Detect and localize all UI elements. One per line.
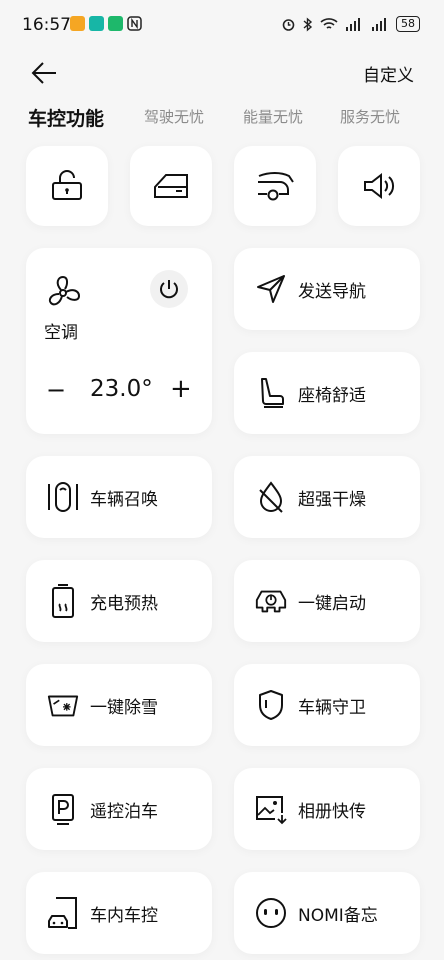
photo-transfer-button[interactable]: 相册快传 (234, 768, 420, 850)
lock-button[interactable] (26, 146, 108, 226)
arrow-left-icon (31, 62, 56, 84)
temperature-value: 23.0° (90, 376, 153, 402)
notification-icons (70, 16, 142, 31)
charge-preheat-button[interactable]: 充电预热 (26, 560, 212, 642)
climate-label: 空调 (44, 323, 78, 343)
status-right: 58 (281, 16, 420, 32)
trunk-button[interactable] (234, 146, 316, 226)
back-button[interactable] (30, 58, 60, 88)
nomi-face-icon (254, 896, 288, 930)
lock-icon (52, 170, 82, 200)
status-bar: 16:57 58 (0, 0, 444, 50)
tab-bar: 车控功能 驾驶无忧 能量无忧 服务无忧 (0, 106, 444, 136)
vehicle-guard-label: 车辆守卫 (298, 697, 366, 718)
parking-icon (46, 792, 80, 826)
tab-service[interactable]: 服务无忧 (340, 106, 400, 127)
temperature-decrease-button[interactable]: − (46, 376, 66, 404)
seat-icon (254, 376, 288, 410)
snow-removal-label: 一键除雪 (90, 697, 158, 718)
seat-comfort-button[interactable]: 座椅舒适 (234, 352, 420, 434)
in-car-control-label: 车内车控 (90, 905, 158, 926)
notification-app-icon (70, 16, 85, 31)
tab-driving[interactable]: 驾驶无忧 (144, 106, 204, 127)
climate-power-button[interactable] (150, 270, 188, 308)
send-navigation-label: 发送导航 (298, 281, 366, 302)
vehicle-guard-button[interactable]: 车辆守卫 (234, 664, 420, 746)
speaker-icon (364, 172, 395, 200)
car-door-icon (154, 174, 188, 198)
customize-button[interactable]: 自定义 (363, 61, 414, 86)
fan-icon (44, 274, 82, 312)
in-car-control-button[interactable]: 车内车控 (26, 872, 212, 954)
battery-preheat-icon (46, 584, 80, 618)
top-bar: 自定义 (0, 50, 444, 96)
one-key-start-label: 一键启动 (298, 593, 366, 614)
shield-icon (254, 688, 288, 722)
in-car-control-icon (46, 896, 80, 930)
notification-app-icon (108, 16, 123, 31)
remote-parking-label: 遥控泊车 (90, 801, 158, 822)
vehicle-summon-icon (46, 480, 80, 514)
climate-card[interactable]: 空调 − 23.0° + (26, 248, 212, 434)
temperature-increase-button[interactable]: + (170, 374, 192, 404)
seat-comfort-label: 座椅舒适 (298, 385, 366, 406)
remote-parking-button[interactable]: 遥控泊车 (26, 768, 212, 850)
signal-icon (370, 17, 390, 31)
notification-app-icon (89, 16, 104, 31)
send-navigation-button[interactable]: 发送导航 (234, 248, 420, 330)
send-navigation-icon (254, 272, 288, 306)
super-dry-label: 超强干燥 (298, 489, 366, 510)
power-icon (160, 280, 178, 299)
car-trunk-icon (258, 172, 294, 201)
car-start-icon (254, 584, 288, 618)
nomi-memo-label: NOMI备忘 (298, 905, 378, 926)
status-time: 16:57 (22, 15, 71, 35)
battery-indicator: 58 (396, 16, 420, 32)
alarm-icon (281, 17, 296, 32)
vehicle-summon-button[interactable]: 车辆召唤 (26, 456, 212, 538)
vehicle-summon-label: 车辆召唤 (90, 489, 158, 510)
super-dry-button[interactable]: 超强干燥 (234, 456, 420, 538)
horn-button[interactable] (338, 146, 420, 226)
photo-transfer-label: 相册快传 (298, 801, 366, 822)
bluetooth-icon (302, 16, 314, 32)
nomi-memo-button[interactable]: NOMI备忘 (234, 872, 420, 954)
snow-removal-button[interactable]: 一键除雪 (26, 664, 212, 746)
windshield-snow-icon (46, 688, 80, 722)
charge-preheat-label: 充电预热 (90, 593, 158, 614)
wifi-icon (320, 17, 338, 31)
door-button[interactable] (130, 146, 212, 226)
tab-energy[interactable]: 能量无忧 (243, 106, 303, 127)
photo-transfer-icon (254, 792, 288, 826)
signal-icon (344, 17, 364, 31)
nfc-icon (127, 16, 142, 31)
dry-drop-icon (254, 480, 288, 514)
tab-vehicle-control[interactable]: 车控功能 (28, 104, 104, 131)
one-key-start-button[interactable]: 一键启动 (234, 560, 420, 642)
